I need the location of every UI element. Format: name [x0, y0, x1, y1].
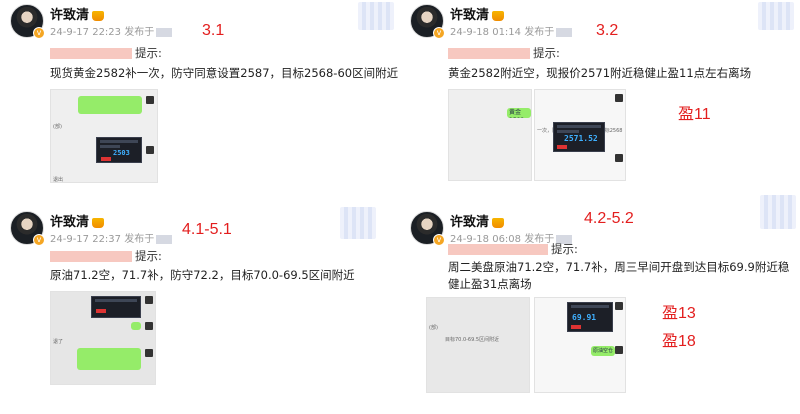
verified-badge-icon: v [433, 27, 445, 39]
post-meta: 24-9-17 22:23 发布于 [50, 23, 173, 38]
price-value: 2503 [113, 149, 130, 157]
verified-badge-icon: v [433, 234, 445, 246]
price-value: 69.91 [572, 313, 597, 322]
post-meta: 24-9-17 22:37 发布于 [50, 230, 173, 245]
trading-terminal [91, 296, 141, 318]
price-value: 2571.52 [564, 134, 598, 143]
post-text: 现货黄金2582补一次，防守同意设置2587，目标2568-60区间附近 [50, 66, 399, 80]
post-4-1-5-1: v 许致清 24-9-17 22:37 发布于 4.1-5.1 提示: 原油71… [0, 207, 400, 414]
author-name[interactable]: 许致清 [450, 211, 505, 230]
blurred-corner [358, 2, 394, 30]
section-label: 4.2-5.2 [584, 210, 634, 227]
chat-screenshot[interactable]: 退了 [50, 291, 156, 385]
trading-terminal: 69.91 [567, 302, 613, 332]
terminal-screenshot[interactable]: 一次，防守同意设置2587，目标2568 2571.52 [534, 89, 626, 181]
profit-label: 盈18 [662, 333, 696, 350]
crown-icon [492, 10, 505, 21]
post-3-2: v 许致清 24-9-18 01:14 发布于 3.2 提示: 黄金2582附近… [400, 0, 800, 207]
section-label: 3.2 [596, 22, 619, 39]
post-4-2-5-2: v 许致清 24-9-18 06:08 发布于 4.2-5.2 提示: 周二美盘… [400, 195, 800, 414]
avatar[interactable]: v [10, 211, 45, 246]
blurred-corner [758, 2, 794, 30]
quoted-note: 目标70.0-69.5区间附近 [445, 337, 500, 343]
profit-label: 盈13 [662, 305, 696, 322]
hint-line: 提示: [50, 45, 162, 61]
avatar[interactable]: v [10, 4, 45, 39]
terminal-screenshot[interactable]: 69.91 原油空仓 [534, 297, 626, 393]
blurred-corner [340, 207, 376, 239]
profit-label: 盈11 [678, 106, 711, 123]
author-name[interactable]: 许致清 [450, 4, 505, 23]
chat-bubble [78, 96, 142, 114]
section-label: 3.1 [202, 22, 225, 39]
blurred-corner [760, 195, 796, 229]
verified-badge-icon: v [33, 27, 45, 39]
shot-tag: 退出 [53, 177, 64, 183]
verified-badge-icon: v [33, 234, 45, 246]
chat-bubble: 原油空仓 [591, 346, 615, 356]
chat-screenshot[interactable]: (部) 目标70.0-69.5区间附近 [426, 297, 530, 393]
hint-line: 提示: [50, 248, 162, 264]
avatar[interactable]: v [410, 211, 445, 246]
chat-bubble [131, 322, 141, 330]
crown-icon [92, 10, 105, 21]
chat-screenshot[interactable]: (部) 2503 退出 [50, 89, 158, 183]
chat-bubble [77, 348, 141, 370]
post-text: 周二美盘原油71.2空，71.7补，周三早间开盘到达目标69.9附近稳健止盈31… [448, 260, 790, 291]
hint-line: 提示: [448, 241, 578, 257]
author-name[interactable]: 许致清 [50, 211, 105, 230]
post-meta: 24-9-18 01:14 发布于 [450, 23, 573, 38]
crown-icon [92, 217, 105, 228]
hint-line: 提示: [448, 45, 560, 61]
crown-icon [492, 217, 505, 228]
chat-avatar [146, 96, 154, 104]
shot-tag: 退了 [53, 339, 64, 345]
avatar[interactable]: v [410, 4, 445, 39]
author-name[interactable]: 许致清 [50, 4, 105, 23]
trading-terminal: 2571.52 [553, 122, 605, 152]
post-text: 原油71.2空，71.7补，防守72.2，目标70.0-69.5区间附近 [50, 268, 355, 282]
post-3-1: v 许致清 24-9-17 22:23 发布于 3.1 提示: 现货黄金2582… [0, 0, 400, 207]
trading-terminal: 2503 [96, 137, 142, 163]
chat-bubble: 黄金2582 [507, 108, 531, 118]
chat-screenshot[interactable]: 黄金2582 [448, 89, 532, 181]
section-label: 4.1-5.1 [182, 221, 232, 238]
post-text: 黄金2582附近空，现报价2571附近稳健止盈11点左右离场 [448, 66, 752, 80]
